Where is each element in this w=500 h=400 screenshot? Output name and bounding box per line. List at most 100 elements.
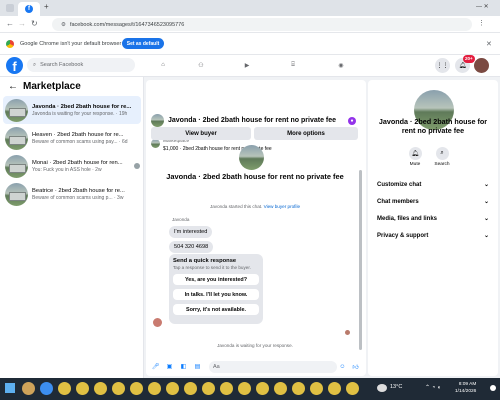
tray-icons[interactable]: ⌃ ◔ ◖ <box>425 384 441 391</box>
chrome-icon[interactable] <box>76 382 89 395</box>
site-info-icon[interactable]: ⚙ <box>61 22 66 28</box>
conversation-item[interactable]: Heaven · 2bed 2bath house for re... Bewa… <box>3 124 141 152</box>
clock-time: 8:09 AM <box>458 382 477 387</box>
quick-response-title: Send a quick response <box>173 258 237 264</box>
video-nav-icon[interactable]: ▶ <box>237 58 257 72</box>
windows-start-icon[interactable] <box>5 383 15 393</box>
message-input[interactable]: Aa <box>209 361 337 373</box>
chat-started-notice: Javonda started this chat. View buyer pr… <box>150 204 360 209</box>
marketplace-nav-icon[interactable]: ⌸ <box>283 58 303 72</box>
listing-thumbnail <box>5 154 28 178</box>
message-bubble[interactable]: I'm interested <box>169 226 213 238</box>
conversation-preview: Beware of common scams using pay... · 6d <box>32 138 128 145</box>
search-conversation-button[interactable]: ⌕ Search <box>430 147 454 167</box>
section-customize-chat[interactable]: Customize chat ⌄ <box>377 181 489 189</box>
chrome-icon[interactable] <box>346 382 359 395</box>
chrome-icon[interactable] <box>220 382 233 395</box>
chat-started-text: Javonda started this chat. <box>209 204 263 209</box>
view-buyer-button[interactable]: View buyer <box>151 127 251 140</box>
search-icon: ⌕ <box>33 61 37 68</box>
friends-nav-icon[interactable]: ⚇ <box>191 58 211 72</box>
view-buyer-profile-link[interactable]: View buyer profile <box>264 204 300 209</box>
browser-tab-strip <box>0 0 500 16</box>
chrome-icon[interactable] <box>310 382 323 395</box>
edge-icon[interactable] <box>40 382 53 395</box>
chevron-down-icon: ⌄ <box>483 216 489 222</box>
chrome-icon[interactable] <box>166 382 179 395</box>
groups-nav-icon[interactable]: ◉ <box>331 58 351 72</box>
chrome-icon[interactable] <box>202 382 215 395</box>
read-receipt-avatar <box>134 163 140 169</box>
chrome-icon[interactable] <box>58 382 71 395</box>
home-nav-icon[interactable]: ⌂ <box>153 58 173 72</box>
chrome-icon[interactable] <box>274 382 287 395</box>
chrome-icon[interactable] <box>292 382 305 395</box>
infobar-close-icon[interactable]: ✕ <box>486 40 492 48</box>
chat-info-icon[interactable]: ● <box>348 117 356 125</box>
section-label: Customize chat <box>377 181 422 188</box>
new-tab-button[interactable]: + <box>44 2 49 11</box>
conversation-item[interactable]: Beatrice · 2bed 2bath house for re... Be… <box>3 180 141 208</box>
url-text: facebook.com/messages/t/1647346523095776 <box>69 21 185 28</box>
chrome-icon[interactable] <box>130 382 143 395</box>
set-as-default-button[interactable]: Set as default <box>122 38 164 49</box>
chat-header-thumbnail[interactable] <box>151 114 164 127</box>
reload-icon[interactable]: ↻ <box>31 19 38 28</box>
search-label: Search <box>434 162 450 167</box>
chrome-icon[interactable] <box>184 382 197 395</box>
facebook-logo-icon[interactable]: f <box>6 57 23 74</box>
chevron-down-icon: ⌄ <box>483 233 489 239</box>
chevron-down-icon: ⌄ <box>483 199 489 205</box>
section-privacy-support[interactable]: Privacy & support ⌄ <box>377 232 489 240</box>
section-label: Privacy & support <box>377 232 429 239</box>
chrome-icon[interactable] <box>328 382 341 395</box>
microphone-icon[interactable]: 🎤︎ <box>151 362 160 371</box>
chrome-icon[interactable] <box>238 382 251 395</box>
chat-scrollbar[interactable] <box>359 170 362 350</box>
notification-center-icon[interactable] <box>490 385 496 391</box>
tab-menu-icon[interactable] <box>6 4 14 12</box>
chat-header-title[interactable]: Javonda · 2bed 2bath house for rent no p… <box>168 117 336 124</box>
chrome-icon[interactable] <box>94 382 107 395</box>
search-input[interactable]: ⌕ Search Facebook <box>27 58 135 72</box>
quick-response-option[interactable]: Yes, are you interested? <box>173 274 259 285</box>
sidebar-title: Marketplace <box>23 81 81 92</box>
chrome-icon[interactable] <box>148 382 161 395</box>
more-options-button[interactable]: More options <box>254 127 358 140</box>
section-label: Media, files and links <box>377 215 438 222</box>
mute-button[interactable]: 🔔︎ Mute <box>403 147 427 167</box>
chrome-logo-icon <box>6 40 14 48</box>
avatar[interactable] <box>474 58 489 73</box>
taskbar-clock[interactable]: 8:09 AM 1/14/2026 <box>455 381 476 395</box>
message-bubble[interactable]: 504 320 4698 <box>169 241 214 253</box>
thumbs-up-icon[interactable]: 👍︎ <box>351 362 360 371</box>
gif-icon[interactable]: ▤ <box>193 362 202 371</box>
section-media-files[interactable]: Media, files and links ⌄ <box>377 215 489 223</box>
image-icon[interactable]: ▣ <box>165 362 174 371</box>
sticker-icon[interactable]: ◧ <box>179 362 188 371</box>
section-chat-members[interactable]: Chat members ⌄ <box>377 198 489 206</box>
conversation-title: Beatrice · 2bed 2bath house for re... <box>32 187 125 194</box>
menu-grid-icon[interactable]: ⋮⋮ <box>435 58 450 73</box>
window-controls[interactable]: — ✕ <box>476 3 494 11</box>
quick-response-option[interactable]: In talks. I'll let you know. <box>173 289 259 300</box>
facebook-favicon-icon: f <box>25 5 33 13</box>
forward-arrow-icon[interactable]: → <box>18 19 26 28</box>
browser-tab-facebook[interactable]: f <box>18 2 40 16</box>
conversation-preview: Javonda is waiting for your response. · … <box>32 110 128 117</box>
listing-mini-thumbnail <box>151 139 160 148</box>
browser-menu-icon[interactable]: ⋮ <box>478 19 485 27</box>
back-arrow-icon[interactable]: ← <box>8 81 18 92</box>
chrome-icon[interactable] <box>112 382 125 395</box>
conversation-title: Javonda · 2bed 2bath house for re... <box>32 103 132 110</box>
back-arrow-icon[interactable]: ← <box>6 19 14 28</box>
conversation-item[interactable]: Javonda · 2bed 2bath house for re... Jav… <box>3 96 141 124</box>
conversation-item[interactable]: Monai · 2bed 2bath house for ren... You:… <box>3 152 141 180</box>
file-explorer-icon[interactable] <box>22 382 35 395</box>
chrome-icon[interactable] <box>256 382 269 395</box>
waiting-notice: Javonda is waiting for your response. <box>217 343 293 348</box>
emoji-icon[interactable]: ☺ <box>338 362 347 371</box>
quick-response-option[interactable]: Sorry, it's not available. <box>173 304 259 315</box>
url-field[interactable]: ⚙ facebook.com/messages/t/16473465230957… <box>52 18 472 31</box>
weather-temperature[interactable]: 13°C <box>390 384 402 390</box>
